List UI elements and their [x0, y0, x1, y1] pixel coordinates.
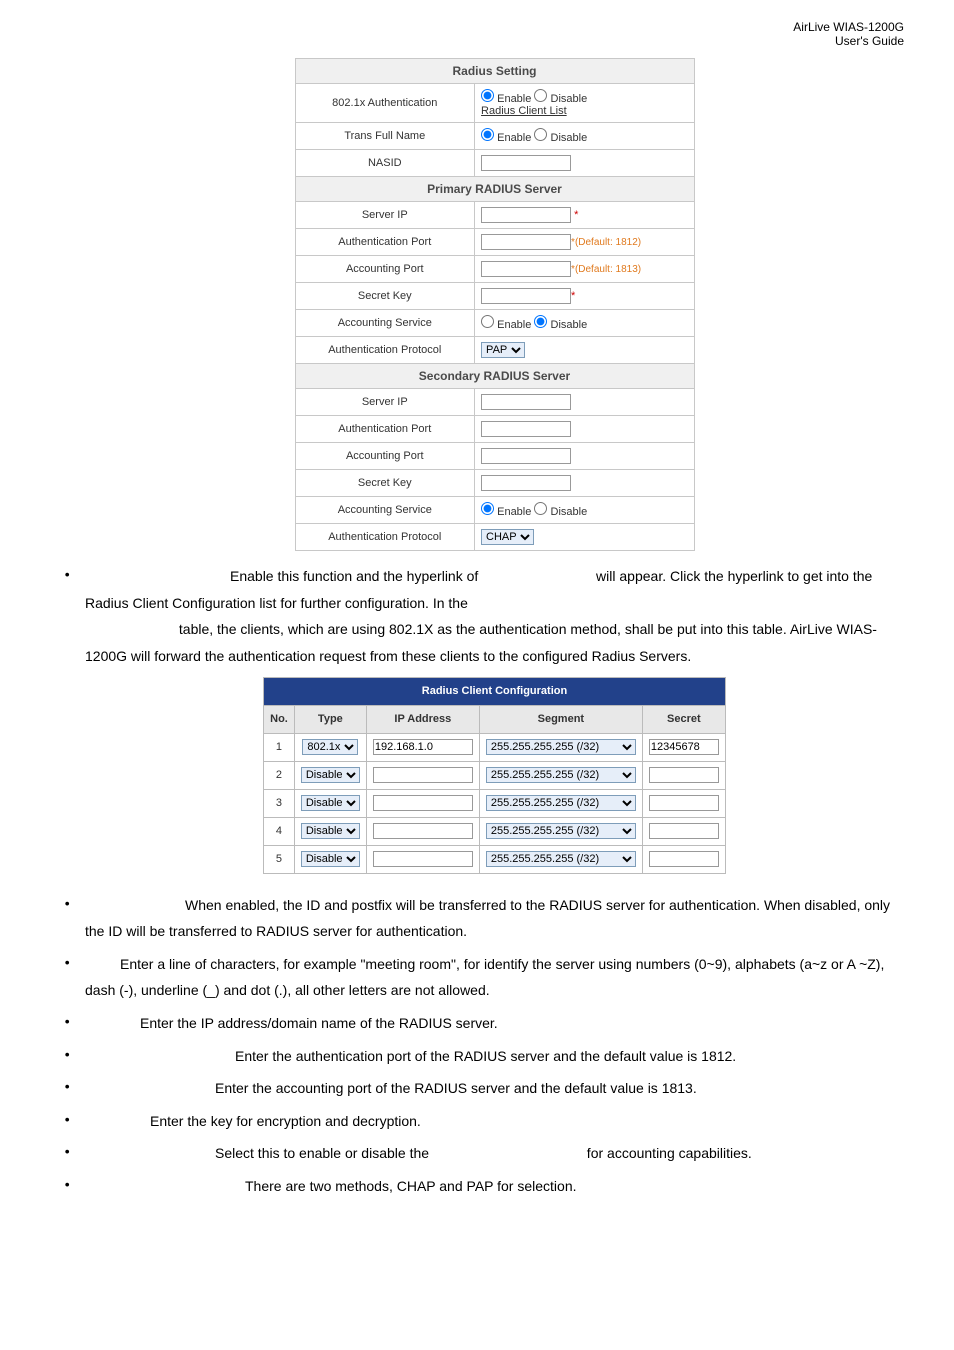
auth-enable-radio[interactable]	[481, 89, 494, 102]
row-secret-input[interactable]	[649, 823, 719, 839]
row-no: 4	[264, 817, 295, 845]
col-secret: Secret	[642, 706, 725, 734]
row-secret-input[interactable]	[649, 739, 719, 755]
table-row: 4 Disable 255.255.255.255 (/32)	[264, 817, 726, 845]
row-seg-select[interactable]: 255.255.255.255 (/32)	[486, 851, 636, 867]
row-seg-select[interactable]: 255.255.255.255 (/32)	[486, 795, 636, 811]
radius-setting-table: Radius Setting 802.1x Authentication Ena…	[295, 58, 695, 551]
radius-client-table: Radius Client Configuration No. Type IP …	[263, 677, 726, 873]
secondary-acct-port-label: Accounting Port	[295, 443, 475, 470]
row-secret-input[interactable]	[649, 767, 719, 783]
bullet-serverip: Enter the IP address/domain name of the …	[85, 1010, 904, 1037]
bullet-nasid: Enter a line of characters, for example …	[85, 951, 904, 1004]
secondary-acct-enable-radio[interactable]	[481, 502, 494, 515]
row-ip-input[interactable]	[373, 851, 473, 867]
table-row: 1 802.1x 255.255.255.255 (/32)	[264, 734, 726, 762]
row-no: 5	[264, 845, 295, 873]
primary-secret-label: Secret Key	[295, 283, 475, 310]
brand: AirLive WIAS-1200G	[793, 20, 904, 34]
primary-title: Primary RADIUS Server	[295, 177, 694, 202]
bullet-authproto: There are two methods, CHAP and PAP for …	[85, 1173, 904, 1200]
primary-acct-port-label: Accounting Port	[295, 256, 475, 283]
nasid-input[interactable]	[481, 155, 571, 171]
primary-auth-port-label: Authentication Port	[295, 229, 475, 256]
radius-client-list-link[interactable]: Radius Client List	[481, 105, 567, 117]
secondary-secret-label: Secret Key	[295, 470, 475, 497]
secondary-server-ip-input[interactable]	[481, 394, 571, 410]
row-no: 2	[264, 762, 295, 790]
nasid-label: NASID	[295, 150, 475, 177]
row-type-select[interactable]: 802.1x	[302, 739, 358, 755]
bullet-authport: Enter the authentication port of the RAD…	[85, 1043, 904, 1070]
table-row: 5 Disable 255.255.255.255 (/32)	[264, 845, 726, 873]
col-no: No.	[264, 706, 295, 734]
secondary-auth-port-label: Authentication Port	[295, 416, 475, 443]
row-type-select[interactable]: Disable	[301, 795, 360, 811]
row-seg-select[interactable]: 255.255.255.255 (/32)	[486, 767, 636, 783]
primary-server-ip-input[interactable]	[481, 207, 571, 223]
bullet-trans: When enabled, the ID and postfix will be…	[85, 892, 904, 945]
primary-auth-port-input[interactable]	[481, 234, 571, 250]
col-ip: IP Address	[366, 706, 479, 734]
row-type-select[interactable]: Disable	[301, 851, 360, 867]
row-type-select[interactable]: Disable	[301, 767, 360, 783]
secondary-server-ip-label: Server IP	[295, 389, 475, 416]
auth-label: 802.1x Authentication	[295, 84, 475, 123]
primary-acct-enable-radio[interactable]	[481, 315, 494, 328]
bullet-secret: Enter the key for encryption and decrypt…	[85, 1108, 904, 1135]
row-type-select[interactable]: Disable	[301, 823, 360, 839]
primary-server-ip-label: Server IP	[295, 202, 475, 229]
row-ip-input[interactable]	[373, 795, 473, 811]
secondary-acct-port-input[interactable]	[481, 448, 571, 464]
secondary-acct-disable-radio[interactable]	[534, 502, 547, 515]
secondary-auth-port-input[interactable]	[481, 421, 571, 437]
client-cfg-title: Radius Client Configuration	[264, 678, 726, 706]
radius-setting-title: Radius Setting	[295, 59, 694, 84]
col-seg: Segment	[479, 706, 642, 734]
secondary-auth-proto-label: Authentication Protocol	[295, 524, 475, 551]
row-no: 3	[264, 789, 295, 817]
trans-enable-radio[interactable]	[481, 128, 494, 141]
row-seg-select[interactable]: 255.255.255.255 (/32)	[486, 823, 636, 839]
primary-auth-proto-label: Authentication Protocol	[295, 337, 475, 364]
row-secret-input[interactable]	[649, 795, 719, 811]
primary-acct-disable-radio[interactable]	[534, 315, 547, 328]
table-row: 3 Disable 255.255.255.255 (/32)	[264, 789, 726, 817]
secondary-secret-input[interactable]	[481, 475, 571, 491]
trans-disable-radio[interactable]	[534, 128, 547, 141]
table-row: 2 Disable 255.255.255.255 (/32)	[264, 762, 726, 790]
primary-acct-service-label: Accounting Service	[295, 310, 475, 337]
row-ip-input[interactable]	[373, 739, 473, 755]
primary-secret-input[interactable]	[481, 288, 571, 304]
col-type: Type	[294, 706, 366, 734]
secondary-acct-service-label: Accounting Service	[295, 497, 475, 524]
row-ip-input[interactable]	[373, 767, 473, 783]
page-header: AirLive WIAS-1200G User's Guide	[0, 0, 954, 58]
row-seg-select[interactable]: 255.255.255.255 (/32)	[486, 739, 636, 755]
row-no: 1	[264, 734, 295, 762]
secondary-auth-proto-select[interactable]: CHAP	[481, 529, 534, 545]
secondary-title: Secondary RADIUS Server	[295, 364, 694, 389]
row-ip-input[interactable]	[373, 823, 473, 839]
sub: User's Guide	[835, 34, 904, 48]
primary-acct-port-input[interactable]	[481, 261, 571, 277]
bullet-acctport: Enter the accounting port of the RADIUS …	[85, 1075, 904, 1102]
row-secret-input[interactable]	[649, 851, 719, 867]
auth-disable-radio[interactable]	[534, 89, 547, 102]
bullet-acctservice: Select this to enable or disable the for…	[85, 1140, 904, 1167]
trans-label: Trans Full Name	[295, 123, 475, 150]
bullet-8021x: Enable this function and the hyperlink o…	[85, 563, 904, 874]
primary-auth-proto-select[interactable]: PAP	[481, 342, 525, 358]
